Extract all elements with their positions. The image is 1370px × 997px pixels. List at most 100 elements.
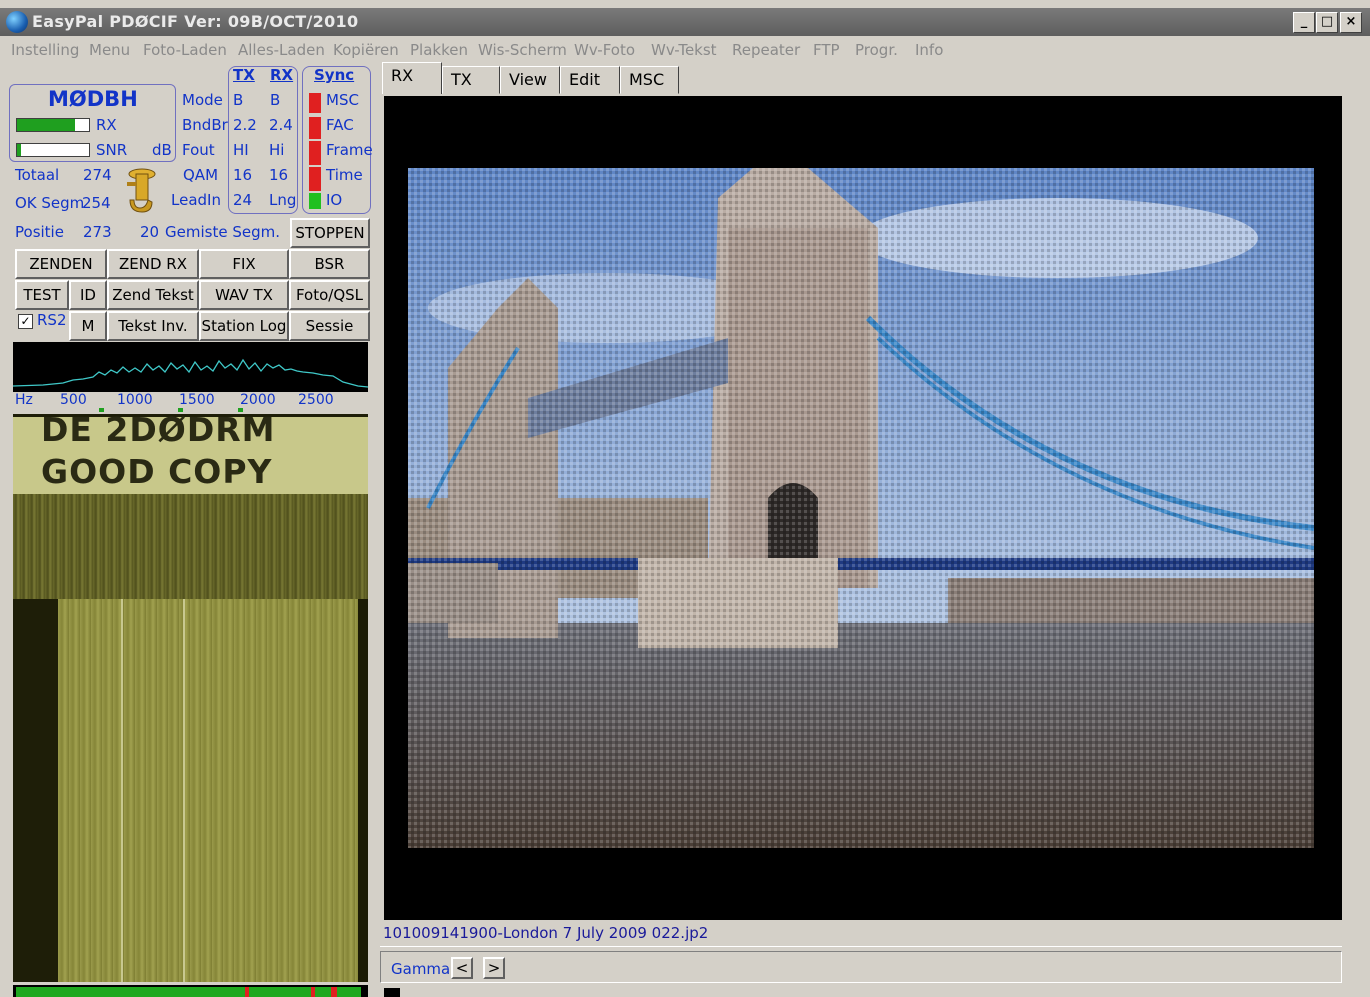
menu-foto-laden[interactable]: Foto-Laden [143,41,227,59]
window-title: EasyPal PDØCIF Ver: 09B/OCT/2010 [32,12,359,31]
tab-msc[interactable]: MSC [620,66,679,94]
snr-label: SNR [96,141,128,159]
globe-icon [6,11,28,33]
param-tx-qam: 16 [233,166,253,184]
param-label-mode: Mode [182,91,223,109]
tekst-inv-button[interactable]: Tekst Inv. [107,311,199,341]
waterfall-text-line1: DE 2DØDRM [41,414,276,449]
menu-wv-tekst[interactable]: Wv-Tekst [651,41,717,59]
fix-button[interactable]: FIX [199,249,289,279]
sync-indicator-frame [309,141,321,165]
spectrum-tick: 2500 [298,392,334,408]
positie-value: 273 [83,223,112,241]
menu-wis-scherm[interactable]: Wis-Scherm [478,41,567,59]
rx-header: RX [270,66,294,84]
sync-label-io: IO [326,191,343,209]
waterfall-text-line2: GOOD COPY [41,452,273,491]
param-tx-mode: B [233,91,244,109]
snr-level-bar [16,143,90,157]
station-log-button[interactable]: Station Log [199,311,289,341]
filename-label: 101009141900-London 7 July 2009 022.jp2 [383,924,709,942]
spectrum-tick: 500 [60,392,87,408]
menu-bar: Instelling Menu Foto-Laden Alles-Laden K… [0,38,1370,62]
menu-menu[interactable]: Menu [89,41,130,59]
tab-view[interactable]: View [500,66,560,94]
menu-plakken[interactable]: Plakken [410,41,468,59]
positie-label: Positie [15,223,64,241]
gemiste-label: Gemiste Segm. [165,223,280,241]
param-rx-mode: B [270,91,281,109]
sync-indicator-time [309,167,321,191]
wav-tx-button[interactable]: WAV TX [199,280,289,310]
zenden-button[interactable]: ZENDEN [15,249,107,279]
spectrum-scale: Hz 500 1000 1500 2000 2500 [13,392,368,412]
menu-ftp[interactable]: FTP [813,41,840,59]
menu-kopieren[interactable]: Kopiëren [333,41,399,59]
stoppen-button[interactable]: STOPPEN [290,218,370,248]
param-rx-fout: Hi [269,141,285,159]
param-label-bndbr: BndBr [182,116,228,134]
tx-header: TX [233,66,255,84]
foto-qsl-button[interactable]: Foto/QSL [289,280,370,310]
gamma-label: Gamma [391,960,451,978]
minimize-button[interactable]: _ [1293,12,1315,33]
menu-info[interactable]: Info [915,41,943,59]
sync-indicator-io [309,193,321,209]
param-rx-bndbr: 2.4 [269,116,293,134]
sync-label-fac: FAC [326,116,354,134]
sync-indicator-msc [309,93,321,113]
totaal-value: 274 [83,166,112,184]
filename-bar: 101009141900-London 7 July 2009 022.jp2 [380,922,1342,947]
param-tx-fout: HI [233,141,249,159]
rs2-checkbox[interactable]: ✓ [18,314,33,329]
id-button[interactable]: ID [69,280,107,310]
received-image [408,168,1314,848]
callsign: MØDBH [48,87,138,111]
tab-edit[interactable]: Edit [560,66,620,94]
param-label-qam: QAM [183,166,219,184]
sessie-button[interactable]: Sessie [289,311,370,341]
param-tx-bndbr: 2.2 [233,116,257,134]
sync-label-time: Time [326,166,363,184]
tab-rx[interactable]: RX [382,62,442,94]
maximize-button[interactable]: □ [1316,12,1338,33]
title-bar: EasyPal PDØCIF Ver: 09B/OCT/2010 _ □ × [0,8,1370,36]
ok-segm-label: OK Segm [15,194,85,212]
test-button[interactable]: TEST [15,280,69,310]
zend-tekst-button[interactable]: Zend Tekst [107,280,199,310]
rs2-label: RS2 [37,311,67,329]
zend-rx-button[interactable]: ZEND RX [107,249,199,279]
totaal-label: Totaal [15,166,60,184]
menu-progr[interactable]: Progr. [855,41,898,59]
param-label-fout: Fout [182,141,215,159]
gamma-prev-button[interactable]: < [451,957,473,979]
rs2-checkbox-group[interactable]: ✓ RS2 [15,311,69,339]
spectrum-unit: Hz [15,392,33,408]
db-label: dB [152,141,172,159]
menu-repeater[interactable]: Repeater [732,41,800,59]
m-button[interactable]: M [69,311,107,341]
gamma-bar: Gamma < > [380,951,1342,983]
close-button[interactable]: × [1340,12,1362,33]
spectrum-tick: 1500 [179,392,215,408]
ok-segm-value: 254 [82,194,111,212]
param-tx-leadin: 24 [233,191,253,209]
menu-alles-laden[interactable]: Alles-Laden [238,41,325,59]
status-block [384,988,400,997]
spectrum-tick: 2000 [240,392,276,408]
spectrum-tick: 1000 [117,392,153,408]
param-label-leadin: LeadIn [171,191,221,209]
sync-label-msc: MSC [326,91,359,109]
rx-level-label: RX [96,116,117,134]
spectrum-display [12,342,369,392]
bsr-button[interactable]: BSR [289,249,370,279]
gamma-next-button[interactable]: > [483,957,505,979]
menu-wv-foto[interactable]: Wv-Foto [574,41,635,59]
menu-instelling[interactable]: Instelling [11,41,79,59]
param-rx-leadin: Lng [269,191,297,209]
sync-header: Sync [314,66,355,84]
gemiste-value: 20 [140,223,160,241]
sync-indicator-fac [309,117,321,139]
tab-tx[interactable]: TX [442,66,500,94]
sync-label-frame: Frame [326,141,373,159]
